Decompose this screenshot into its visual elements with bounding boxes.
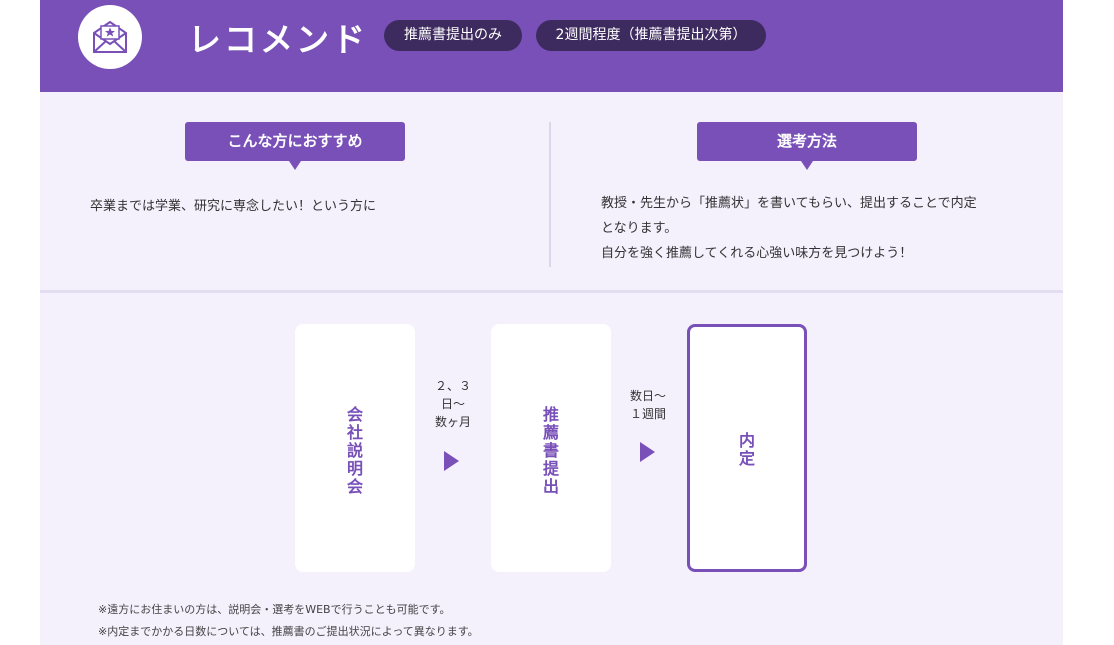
- note-duration: ※内定までかかる日数については、推薦書のご提出状況によって異なります。: [98, 625, 479, 638]
- flow-card-offer: 内定: [687, 324, 807, 572]
- step-line: 数日～: [629, 389, 666, 403]
- arrow-right-icon: [444, 451, 459, 471]
- selection-line: 自分を強く推薦してくれる心強い味方を見つけよう！: [601, 246, 913, 261]
- vertical-divider: [549, 122, 551, 267]
- header-bar: レコメンド 推薦書提出のみ 2週間程度（推薦書提出次第）: [40, 0, 1063, 92]
- note-remote: ※遠方にお住まいの方は、説明会・選考をWEBで行うことも可能です。: [98, 603, 451, 616]
- step-line: 数ヶ月: [434, 415, 471, 429]
- page-title: レコメンド: [188, 20, 368, 59]
- recommend-label: こんな方におすすめ: [185, 122, 405, 170]
- flow-card-label: 内定: [736, 432, 755, 468]
- flow-card-label: 推薦書提出: [540, 406, 559, 496]
- flow-step-2: 数日～ １週間: [622, 387, 674, 423]
- flow-card-recommendation: 推薦書提出: [491, 324, 611, 572]
- badge-recommend-only: 推薦書提出のみ: [384, 20, 522, 51]
- step-line: １週間: [629, 407, 666, 421]
- selection-text: 教授・先生から「推薦状」を書いてもらい、提出することで内定 となります。 自分を…: [601, 191, 1021, 266]
- envelope-star-icon: [93, 20, 127, 53]
- selection-line: 教授・先生から「推薦状」を書いてもらい、提出することで内定: [601, 196, 977, 211]
- flow-card-briefing: 会社説明会: [295, 324, 415, 572]
- flow-card-label: 会社説明会: [344, 406, 363, 496]
- recommend-text: 卒業までは学業、研究に専念したい！という方に: [90, 199, 377, 214]
- step-line: 日～: [440, 397, 465, 411]
- recommend-section: レコメンド 推薦書提出のみ 2週間程度（推薦書提出次第） こんな方におすすめ 卒…: [40, 0, 1063, 645]
- logo-circle: [78, 5, 142, 69]
- horizontal-divider: [40, 290, 1063, 293]
- arrow-right-icon: [640, 442, 655, 462]
- selection-label: 選考方法: [697, 122, 917, 170]
- badge-duration: 2週間程度（推薦書提出次第）: [536, 20, 766, 51]
- flow-step-1: ２、３ 日～ 数ヶ月: [427, 377, 479, 431]
- step-line: ２、３: [434, 379, 471, 393]
- selection-line: となります。: [601, 221, 678, 236]
